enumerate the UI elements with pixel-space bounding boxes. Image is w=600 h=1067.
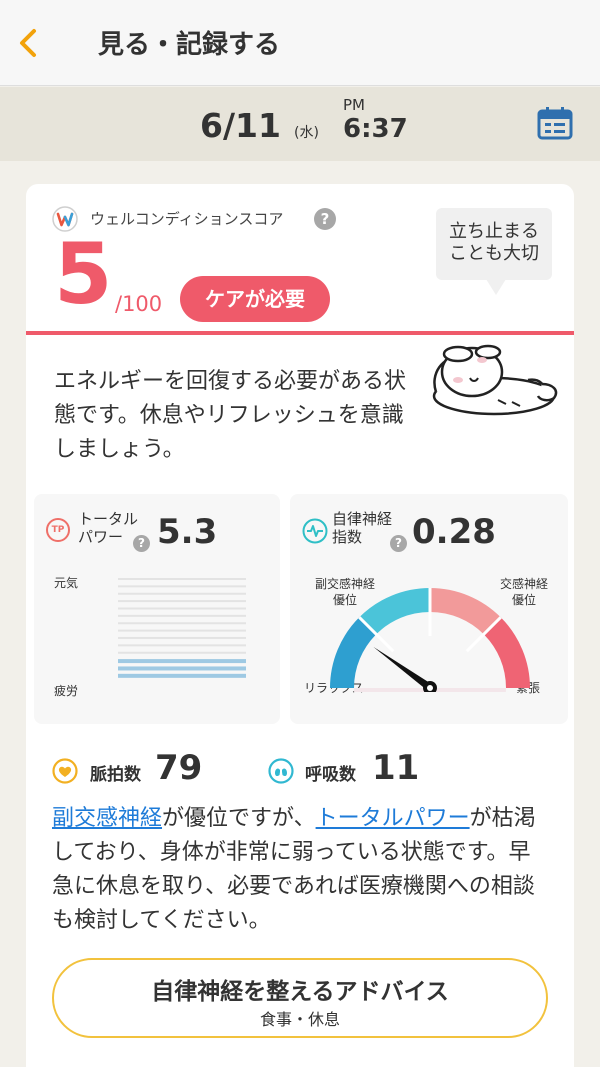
date-text: 6/11 xyxy=(200,106,281,145)
score-help-icon[interactable]: ? xyxy=(314,208,336,230)
power-bar-empty xyxy=(118,607,246,610)
power-bar-filled xyxy=(118,659,246,664)
autonomic-label-line2: 指数 xyxy=(332,528,363,546)
bubble-line-2: ことも大切 xyxy=(449,243,539,264)
fatigue-bottom-label: 疲労 xyxy=(54,684,79,698)
power-bar-empty xyxy=(118,644,246,647)
total-power-bar-meter xyxy=(118,578,246,678)
lungs-icon xyxy=(268,758,294,784)
ampm-text: PM xyxy=(343,96,365,114)
bubble-line-1: 立ち止まる xyxy=(449,221,539,242)
respiration-label: 呼吸数 xyxy=(305,765,356,785)
power-bar-empty xyxy=(118,636,246,639)
respiration-value: 11 xyxy=(372,748,420,788)
power-bar-empty xyxy=(118,578,246,580)
time-text: 6:37 xyxy=(343,114,408,144)
pulse-label: 脈拍数 xyxy=(90,765,141,785)
speech-bubble-tail xyxy=(486,279,506,295)
power-bar-filled xyxy=(118,673,246,678)
total-power-help-icon[interactable]: ? xyxy=(133,535,150,552)
score-value: 5 xyxy=(54,225,113,323)
back-chevron-icon[interactable] xyxy=(14,26,46,60)
pulse-wave-icon xyxy=(302,518,328,544)
score-max: /100 xyxy=(115,292,163,316)
calendar-icon[interactable] xyxy=(537,106,573,140)
power-bar-empty xyxy=(118,585,246,588)
score-label: ウェルコンディションスコア xyxy=(90,210,284,228)
power-bar-empty xyxy=(118,629,246,632)
power-bar-empty xyxy=(118,614,246,617)
power-bar-empty xyxy=(118,651,246,654)
power-bar-empty xyxy=(118,600,246,603)
weekday-text: (水) xyxy=(294,125,319,141)
power-bar-empty xyxy=(118,592,246,595)
autonomic-label-line1: 自律神経 xyxy=(332,510,393,528)
power-bar-empty xyxy=(118,622,246,625)
power-bar-filled xyxy=(118,666,246,671)
nav-bar: 見る・記録する xyxy=(0,0,600,86)
autonomic-help-icon[interactable]: ? xyxy=(390,535,407,552)
parasympathetic-link[interactable]: 副交感神経 xyxy=(52,806,162,831)
advice-text-1: が優位ですが、 xyxy=(162,806,316,831)
score-description: エネルギーを回復する必要がある状態です。休息やリフレッシュを意識しましょう。 xyxy=(54,369,407,462)
score-divider xyxy=(26,331,574,335)
speech-bubble: 立ち止まる ことも大切 xyxy=(436,208,552,280)
sleeping-mascot-illustration xyxy=(432,344,558,416)
pulse-value: 79 xyxy=(155,748,203,788)
energy-top-label: 元気 xyxy=(54,576,79,590)
autonomic-advice-button[interactable]: 自律神経を整えるアドバイス 食事・休息 xyxy=(52,958,548,1038)
total-power-link[interactable]: トータルパワー xyxy=(316,806,470,831)
heart-icon xyxy=(52,758,78,784)
autonomic-gauge xyxy=(330,588,530,692)
advice-paragraph: 副交感神経が優位ですが、トータルパワーが枯渇しており、身体が非常に弱っている状態… xyxy=(52,802,552,938)
advice-button-title: 自律神経を整えるアドバイス xyxy=(151,979,449,1005)
advice-button-subtitle: 食事・休息 xyxy=(259,1010,340,1029)
status-badge: ケアが必要 xyxy=(180,276,330,322)
total-power-icon: TP xyxy=(46,518,70,542)
page-title: 見る・記録する xyxy=(98,30,281,60)
total-power-label-line2: パワー xyxy=(78,528,124,546)
autonomic-value: 0.28 xyxy=(412,512,496,552)
total-power-value: 5.3 xyxy=(157,512,218,552)
total-power-label-line1: トータル xyxy=(78,510,139,528)
